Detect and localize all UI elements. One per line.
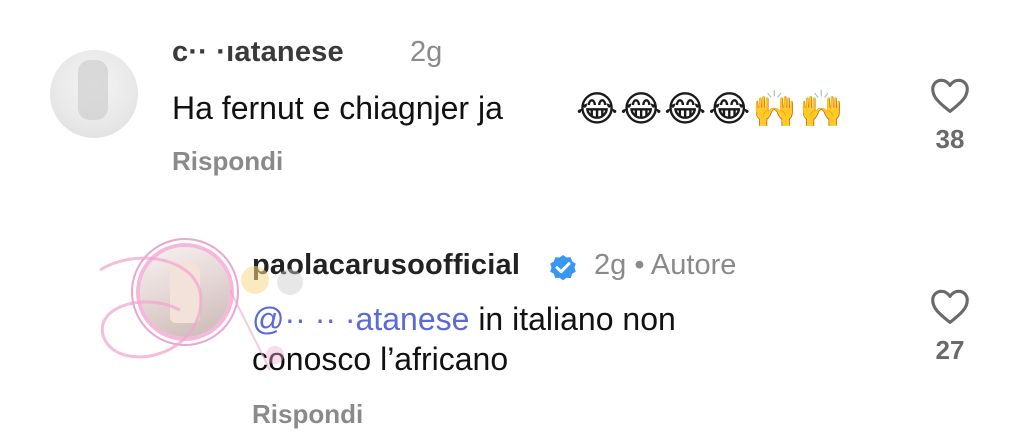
- like-count: 27: [935, 335, 965, 365]
- reply-button[interactable]: Rispondi: [252, 399, 363, 430]
- heart-outline-icon[interactable]: [929, 76, 971, 114]
- comment-text-line2: conosco l’africano: [252, 341, 509, 377]
- comment-emojis: 😂😂😂😂🙌🙌: [576, 88, 846, 129]
- heart-outline-icon[interactable]: [929, 287, 971, 325]
- comment-text-line1: @·· ·· ·atanese in italiano non: [252, 301, 676, 338]
- avatar[interactable]: [140, 247, 230, 337]
- verified-badge-icon: [550, 255, 576, 281]
- mention-link[interactable]: @·· ·· ·atanese: [252, 301, 469, 337]
- comment-2: paolacarusoofficial 2g • Autore @·· ·· ·…: [0, 235, 1024, 435]
- like-count: 38: [935, 124, 965, 154]
- comment-text-rest: in italiano non: [469, 301, 676, 337]
- comment-time: 2g: [410, 36, 443, 68]
- comment-1: c·· ·ıatanese 2g Ha fernut e chiagnjer j…: [0, 30, 1024, 190]
- comment-username[interactable]: paolacarusoofficial: [252, 249, 520, 282]
- comment-username[interactable]: c·· ·ıatanese: [172, 36, 344, 69]
- reply-button[interactable]: Rispondi: [172, 146, 283, 177]
- comment-text: Ha fernut e chiagnjer ja: [172, 90, 503, 126]
- comment-meta: 2g • Autore: [594, 249, 737, 281]
- avatar[interactable]: [50, 50, 138, 138]
- like-control: 27: [920, 287, 980, 366]
- like-control: 38: [920, 76, 980, 155]
